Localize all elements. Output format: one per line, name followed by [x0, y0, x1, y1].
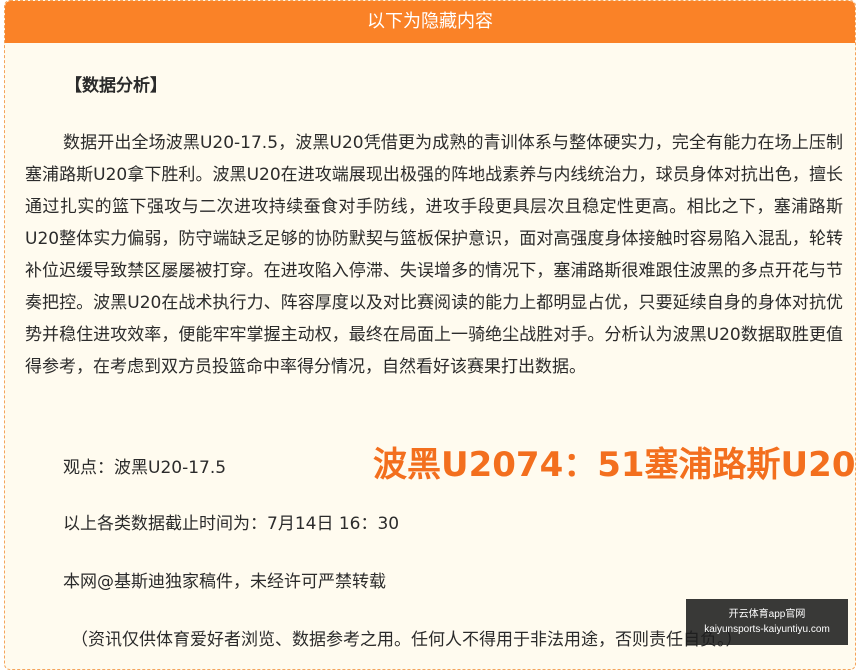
site-watermark: 开云体育app官网 kaiyunsports-kaiyuntiyu.com — [686, 599, 848, 645]
panel-header: 以下为隐藏内容 — [5, 1, 855, 43]
analysis-paragraph: 数据开出全场波黑U20-17.5，波黑U20凭借更为成熟的青训体系与整体硬实力，… — [25, 133, 843, 377]
disclaimer-text: （资讯仅供体育爱好者浏览、数据参考之用。任何人不得用于非法用途，否则责任自负。） — [71, 630, 743, 650]
copyright-notice: 本网@基斯迪独家稿件，未经许可严禁转载 — [63, 572, 386, 592]
viewpoint-text: 观点：波黑U20-17.5 — [63, 458, 227, 478]
data-cutoff-time: 以上各类数据截止时间为：7月14日 16：30 — [63, 514, 400, 534]
watermark-line-1: 开云体育app官网 — [728, 609, 806, 620]
hidden-content-panel: 以下为隐藏内容 【数据分析】 数据开出全场波黑U20-17.5，波黑U20凭借更… — [4, 0, 856, 670]
section-title: 【数据分析】 — [65, 76, 167, 96]
final-score-overlay: 波黑U2074：51塞浦路斯U20 — [373, 445, 856, 485]
watermark-line-2: kaiyunsports-kaiyuntiyu.com — [704, 624, 830, 635]
